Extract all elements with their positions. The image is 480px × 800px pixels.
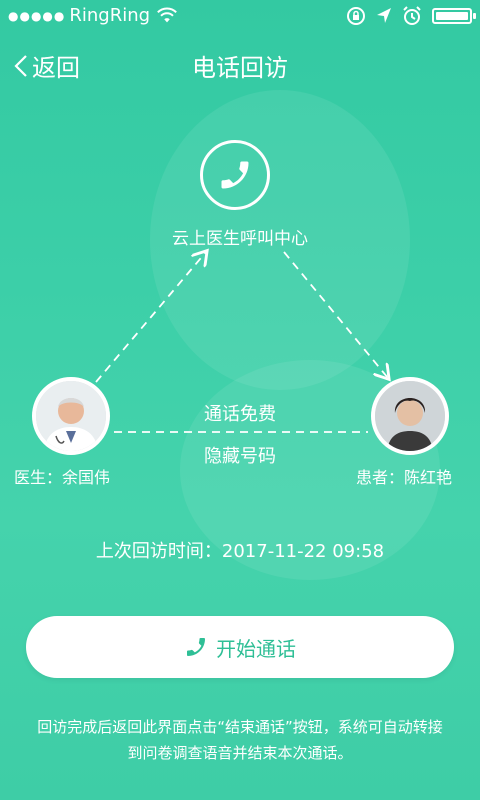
status-bar: ●●●●● RingRing — [0, 0, 480, 32]
patient-label: 患者：陈红艳 — [356, 468, 453, 487]
free-call-label: 通话免费 — [204, 404, 276, 425]
nav-bar: 返回 电话回访 — [0, 40, 480, 88]
location-icon — [377, 8, 391, 23]
alarm-icon — [403, 6, 421, 25]
page-title: 电话回访 — [192, 54, 288, 82]
patient-avatar — [371, 377, 449, 455]
doctor-avatar — [32, 377, 110, 455]
start-call-label: 开始通话 — [216, 636, 296, 661]
last-visit-time: 上次回访时间：2017-11-22 09:58 — [95, 541, 385, 562]
doctor-label: 医生：余国伟 — [14, 468, 111, 487]
phone-icon — [187, 638, 205, 656]
call-center-label: 云上医生呼叫中心 — [172, 229, 308, 249]
hidden-number-label: 隐藏号码 — [204, 446, 276, 467]
call-center-node — [200, 140, 270, 210]
phone-icon — [221, 161, 249, 189]
instruction-note: 回访完成后返回此界面点击“结束通话”按钮，系统可自动转接到问卷调查语音并结束本次… — [37, 718, 443, 762]
battery-icon — [432, 8, 476, 24]
wifi-icon — [157, 7, 177, 22]
carrier-name: RingRing — [69, 5, 151, 26]
signal-strength: ●●●●● — [8, 8, 66, 23]
lock-rotation-icon — [347, 7, 365, 25]
start-call-button[interactable]: 开始通话 — [26, 616, 454, 678]
